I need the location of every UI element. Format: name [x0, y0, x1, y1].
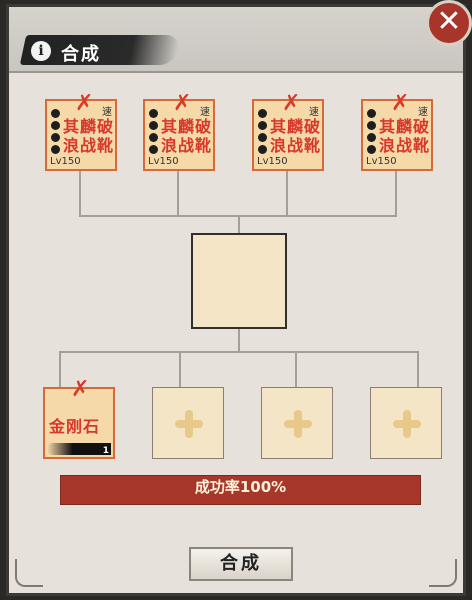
x-mark-icon: ✗	[282, 91, 301, 116]
card-tag: 速	[418, 107, 428, 118]
connector-line	[238, 215, 240, 235]
dots-icon	[258, 109, 267, 157]
card-tag: 速	[200, 107, 210, 118]
material-name: 其麟破浪战靴	[379, 117, 431, 155]
connector-line	[238, 329, 240, 351]
synthesis-panel: i 合成 ✗ 速 其麟破浪战靴 Lv150 ✗ 速 其麟破浪战靴 Lv150 ✗…	[6, 4, 466, 596]
stone-slot[interactable]: ✗ 金刚石 1	[43, 377, 115, 459]
material-level: Lv150	[257, 156, 288, 167]
connector-line	[417, 351, 419, 387]
corner-decoration	[15, 559, 43, 587]
x-mark-icon: ✗	[75, 91, 94, 116]
panel-header: i 合成	[9, 7, 463, 73]
connector-line	[177, 171, 179, 217]
corner-decoration	[429, 559, 457, 587]
dots-icon	[149, 109, 158, 157]
connector-line	[395, 171, 397, 217]
material-level: Lv150	[50, 156, 81, 167]
connector-line	[179, 351, 181, 387]
card-tag: 速	[309, 107, 319, 118]
plus-icon	[175, 410, 203, 438]
material-slot-1[interactable]: ✗ 速 其麟破浪战靴 Lv150	[45, 91, 117, 171]
plus-icon	[284, 410, 312, 438]
material-level: Lv150	[148, 156, 179, 167]
x-mark-icon: ✗	[173, 91, 192, 116]
result-slot[interactable]	[191, 233, 287, 329]
material-level: Lv150	[366, 156, 397, 167]
empty-slot-2[interactable]	[261, 387, 333, 459]
close-icon[interactable]: ✕	[426, 0, 472, 46]
stone-count: 1	[102, 446, 109, 456]
material-slot-2[interactable]: ✗ 速 其麟破浪战靴 Lv150	[143, 91, 215, 171]
connector-line	[295, 351, 297, 387]
material-name: 其麟破浪战靴	[270, 117, 322, 155]
dots-icon	[367, 109, 376, 157]
info-icon[interactable]: i	[31, 41, 51, 61]
material-name: 其麟破浪战靴	[161, 117, 213, 155]
empty-slot-3[interactable]	[370, 387, 442, 459]
card-tag: 速	[102, 107, 112, 118]
x-mark-icon: ✗	[391, 91, 410, 116]
count-bar	[47, 443, 111, 455]
material-slot-4[interactable]: ✗ 速 其麟破浪战靴 Lv150	[361, 91, 433, 171]
compose-button[interactable]: 合成	[189, 547, 293, 581]
connector-line	[79, 171, 81, 217]
success-rate-bar: 成功率100%	[60, 475, 421, 505]
stone-name: 金刚石	[49, 417, 101, 436]
material-slot-3[interactable]: ✗ 速 其麟破浪战靴 Lv150	[252, 91, 324, 171]
empty-slot-1[interactable]	[152, 387, 224, 459]
dots-icon	[51, 109, 60, 157]
plus-icon	[393, 410, 421, 438]
connector-line	[286, 171, 288, 217]
x-mark-icon: ✗	[71, 377, 90, 402]
material-name: 其麟破浪战靴	[63, 117, 115, 155]
panel-title: 合成	[61, 44, 101, 65]
connector-line	[59, 351, 419, 353]
connector-line	[59, 351, 61, 387]
